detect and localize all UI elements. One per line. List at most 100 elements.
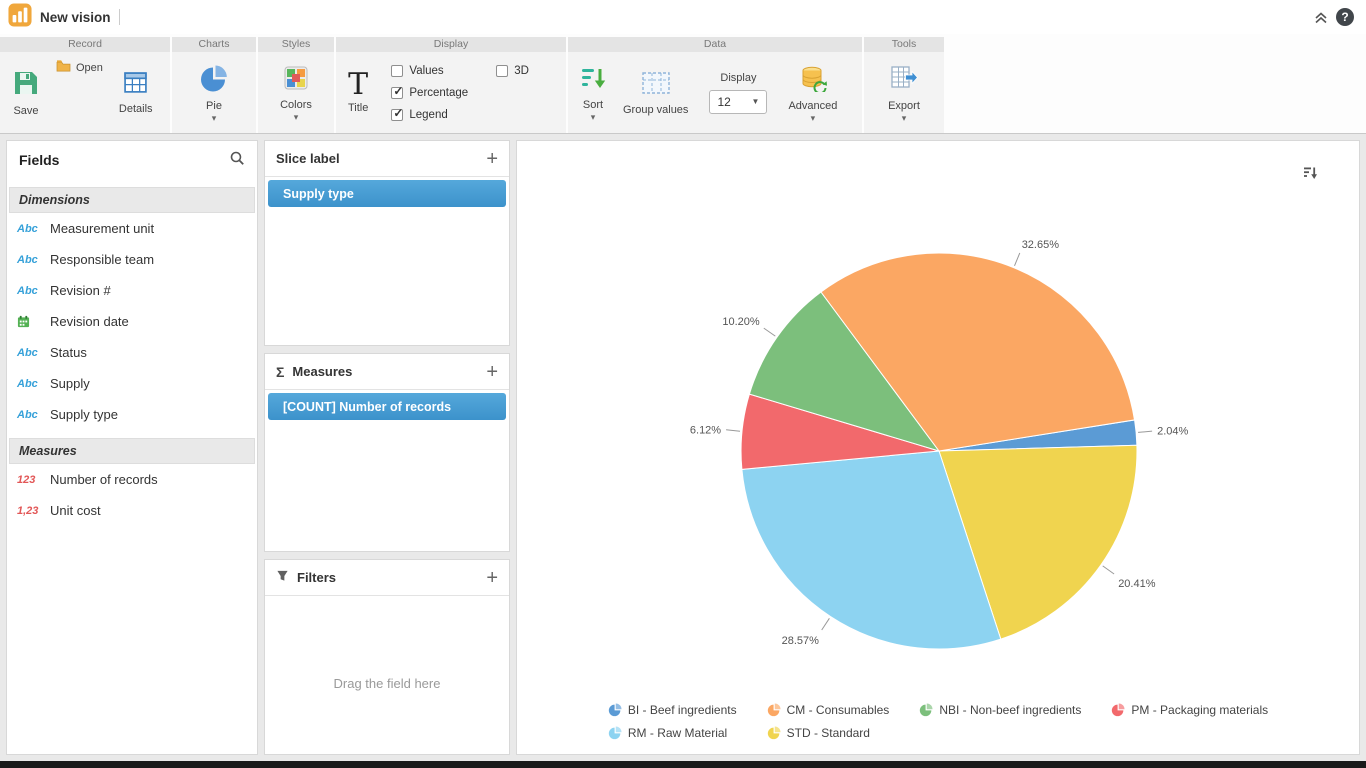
pie-label-leader-line [1015, 253, 1020, 266]
field-type-icon: Abc [17, 285, 44, 297]
field-label: Supply type [50, 407, 118, 422]
open-button[interactable]: Open [51, 57, 108, 79]
field-chip[interactable]: Supply type [268, 180, 506, 207]
sort-icon [580, 65, 606, 96]
collapse-ribbon-icon[interactable] [1314, 10, 1328, 24]
pie-label-leader-line [726, 430, 740, 431]
measures-chips: [COUNT] Number of records [265, 390, 509, 426]
display-count-label: Display [720, 72, 756, 84]
legend-item[interactable]: CM - Consumables [767, 703, 890, 717]
pie-label-leader-line [764, 328, 776, 336]
checkbox-box [391, 65, 403, 77]
fields-panel-header: Fields [7, 141, 257, 179]
dropdown-caret-icon: ▾ [591, 114, 596, 121]
legend-item[interactable]: BI - Beef ingredients [608, 703, 737, 717]
dropdown-caret-icon: ▾ [294, 114, 299, 121]
slice-label-panel: Slice label + Supply type [264, 140, 510, 346]
legend-pie-icon [608, 726, 622, 740]
display-count-select[interactable]: 12 ▼ [709, 90, 767, 114]
field-label: Measurement unit [50, 221, 154, 236]
field-item[interactable]: AbcResponsible team [7, 244, 257, 275]
ribbon-group-title: Record [0, 37, 170, 52]
ribbon-group-title: Charts [172, 37, 256, 52]
select-caret-icon: ▼ [752, 97, 760, 106]
pie-percent-label: 6.12% [690, 424, 721, 436]
legend-label: RM - Raw Material [628, 726, 727, 740]
chart-legend: BI - Beef ingredients CM - Consumables NBI… [517, 703, 1359, 740]
legend-label: BI - Beef ingredients [628, 703, 737, 717]
title-button[interactable]: T Title [342, 68, 374, 117]
field-item[interactable]: 1,23Unit cost [7, 495, 257, 526]
calendar-icon [17, 315, 44, 328]
legend-item[interactable]: NBI - Non-beef ingredients [919, 703, 1081, 717]
field-label: Revision date [50, 314, 129, 329]
ribbon-group-record: Record Save Open Detail [0, 37, 170, 133]
field-item[interactable]: AbcSupply [7, 368, 257, 399]
legend-pie-icon [608, 703, 622, 717]
field-label: Revision # [50, 283, 111, 298]
legend-pie-icon [919, 703, 933, 717]
details-button[interactable]: Details [113, 67, 159, 118]
slice-label-chips: Supply type [265, 177, 509, 213]
chart-area: 2.04%20.41%28.57%6.12%10.20%32.65% BI - … [516, 140, 1360, 755]
fields-list: Dimensions Abc Measurement unit AbcResponsi… [7, 179, 257, 526]
field-item[interactable]: AbcSupply type [7, 399, 257, 430]
field-type-icon: Abc [17, 347, 44, 359]
ribbon-group-title: Display [336, 37, 566, 52]
ribbon-group-tools: Tools Export ▾ [864, 37, 944, 133]
checkbox-legend[interactable]: Legend [391, 109, 468, 121]
save-icon [12, 69, 40, 102]
top-bar: New vision ? [0, 0, 1366, 34]
checkbox-percentage[interactable]: Percentage [391, 87, 468, 99]
open-folder-icon [56, 59, 71, 77]
field-item[interactable]: 123Number of records [7, 464, 257, 495]
slice-label-title: Slice label [276, 151, 478, 166]
checkbox-box [391, 87, 403, 99]
add-slice-label-button[interactable]: + [486, 150, 498, 168]
legend-item[interactable]: STD - Standard [767, 726, 890, 740]
field-type-icon: Abc [17, 223, 44, 235]
measures-header: Σ Measures + [265, 354, 509, 390]
export-button[interactable]: Export ▾ [882, 61, 926, 125]
legend-label: PM - Packaging materials [1131, 703, 1268, 717]
add-measure-button[interactable]: + [486, 363, 498, 381]
display-count-control: Display 12 ▼ [709, 72, 767, 114]
legend-label: CM - Consumables [787, 703, 890, 717]
slice-label-header: Slice label + [265, 141, 509, 177]
save-button[interactable]: Save [6, 66, 46, 120]
search-icon[interactable] [229, 150, 245, 171]
colors-button[interactable]: Colors ▾ [274, 62, 318, 124]
group-values-button[interactable]: Group values [617, 67, 694, 119]
field-item[interactable]: Revision date [7, 306, 257, 337]
help-icon[interactable]: ? [1336, 8, 1354, 26]
field-item[interactable]: Abc Revision # [7, 275, 257, 306]
field-label: Status [50, 345, 87, 360]
pie-percent-label: 10.20% [722, 316, 760, 328]
export-icon [890, 64, 918, 97]
pie-percent-label: 2.04% [1157, 426, 1188, 438]
pie-label-leader-line [1138, 431, 1152, 432]
field-item[interactable]: Abc Status [7, 337, 257, 368]
advanced-button[interactable]: Advanced ▾ [782, 61, 843, 125]
checkbox-3d[interactable]: 3D [496, 65, 529, 77]
colors-palette-icon [283, 65, 309, 96]
ribbon-group-title: Styles [258, 37, 334, 52]
checkbox-values[interactable]: Values [391, 65, 468, 77]
ribbon-group-data: Data Sort ▾ Group values Display 12 ▼ [568, 37, 862, 133]
fields-section-header: Dimensions [9, 187, 255, 213]
checkbox-label: Values [409, 65, 443, 77]
legend-item[interactable]: PM - Packaging materials [1111, 703, 1268, 717]
fields-panel-title: Fields [19, 152, 59, 168]
add-filter-button[interactable]: + [486, 569, 498, 587]
display-count-value: 12 [717, 95, 730, 109]
field-chip[interactable]: [COUNT] Number of records [268, 393, 506, 420]
ribbon-group-display: Display T Title Values 3D Percentage Legend [336, 37, 566, 133]
field-item[interactable]: Abc Measurement unit [7, 213, 257, 244]
sort-button[interactable]: Sort ▾ [574, 62, 612, 124]
filters-title: Filters [297, 570, 478, 585]
pie-chart-type-button[interactable]: Pie ▾ [194, 61, 234, 125]
measures-title: Measures [292, 364, 478, 379]
title-text-icon: T [348, 71, 368, 99]
legend-item[interactable]: RM - Raw Material [608, 726, 737, 740]
database-refresh-icon [799, 64, 827, 97]
